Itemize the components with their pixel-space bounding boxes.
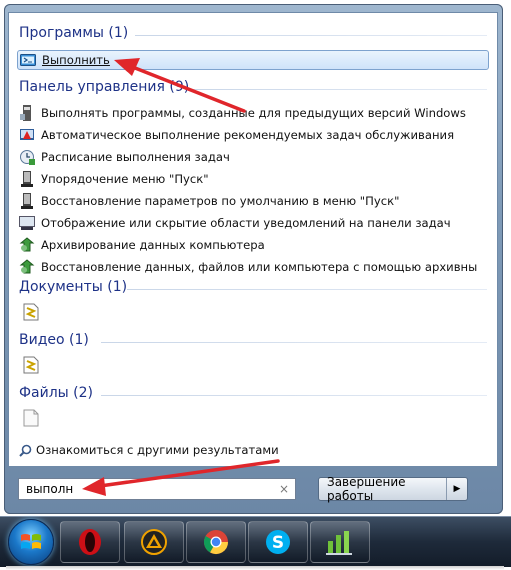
video-file-icon[interactable]: [23, 356, 39, 374]
group-header-documents[interactable]: Документы (1): [19, 279, 127, 295]
see-more-results-link[interactable]: Ознакомиться с другими результатами: [19, 443, 279, 457]
document-file-icon[interactable]: [23, 303, 39, 321]
compat-icon: [19, 105, 35, 121]
group-divider: [135, 35, 487, 36]
result-task-scheduler[interactable]: Расписание выполнения задач: [19, 147, 477, 167]
result-notification-area[interactable]: Отображение или скрытие области уведомле…: [19, 213, 477, 233]
result-label: Упорядочение меню "Пуск": [41, 172, 209, 186]
svg-text:S: S: [272, 533, 284, 553]
taskbar: S: [0, 516, 511, 567]
group-header-programs[interactable]: Программы (1): [19, 25, 128, 41]
result-compatibility[interactable]: Выполнять программы, созданные для преды…: [19, 103, 477, 123]
result-label: Восстановление параметров по умолчанию в…: [41, 194, 400, 208]
shutdown-label: Завершение работы: [327, 475, 406, 503]
traffic-monitor-icon: [326, 531, 352, 555]
aimp-icon: [141, 529, 167, 555]
result-label: Выполнить: [42, 53, 110, 67]
result-label: Расписание выполнения задач: [41, 150, 230, 164]
result-start-menu-defaults[interactable]: Восстановление параметров по умолчанию в…: [19, 191, 477, 211]
taskbar-traffic-monitor[interactable]: [310, 521, 370, 563]
skype-icon: S: [266, 530, 290, 554]
group-divider: [185, 89, 487, 90]
result-maintenance[interactable]: Автоматическое выполнение рекомендуемых …: [19, 125, 477, 145]
group-header-video[interactable]: Видео (1): [19, 332, 89, 348]
window-shadow: [6, 566, 504, 570]
search-input-value: выполн: [26, 482, 74, 496]
backup-icon: [19, 259, 35, 275]
group-header-control-panel[interactable]: Панель управления (9): [19, 79, 189, 95]
result-label: Выполнять программы, созданные для преды…: [41, 106, 466, 120]
clear-search-icon[interactable]: ×: [279, 482, 289, 496]
group-divider: [127, 289, 487, 290]
shutdown-options-arrow-icon[interactable]: ▶: [446, 478, 467, 500]
taskbar-icon: [19, 193, 35, 209]
scheduler-icon: [19, 149, 35, 165]
result-label: Автоматическое выполнение рекомендуемых …: [41, 128, 455, 142]
taskbar-skype[interactable]: S: [248, 521, 308, 563]
result-run[interactable]: Выполнить: [17, 50, 489, 70]
windows-logo-icon: [21, 534, 41, 549]
result-label: Восстановление данных, файлов или компью…: [41, 260, 477, 274]
action-center-icon: [19, 127, 35, 143]
notification-icon: [19, 215, 35, 231]
result-backup[interactable]: Архивирование данных компьютера: [19, 235, 477, 255]
backup-icon: [19, 237, 35, 253]
result-label: Отображение или скрытие области уведомле…: [41, 216, 451, 230]
search-icon: [19, 444, 32, 457]
taskbar-aimp[interactable]: [124, 521, 184, 563]
result-restore[interactable]: Восстановление данных, файлов или компью…: [19, 257, 477, 277]
group-divider: [101, 395, 487, 396]
search-input[interactable]: выполн ×: [18, 478, 296, 500]
taskbar-chrome[interactable]: [186, 521, 246, 563]
blank-file-icon[interactable]: [23, 409, 39, 427]
group-divider: [101, 342, 487, 343]
search-results-pane: Программы (1) Выполнить Панель управлени…: [8, 12, 498, 467]
result-start-menu-order[interactable]: Упорядочение меню "Пуск": [19, 169, 477, 189]
start-button[interactable]: [8, 519, 54, 565]
see-more-results-label: Ознакомиться с другими результатами: [36, 443, 279, 457]
run-icon: [20, 52, 36, 68]
result-label: Архивирование данных компьютера: [41, 238, 265, 252]
group-header-files[interactable]: Файлы (2): [19, 385, 93, 401]
opera-icon: [79, 529, 101, 555]
chrome-icon: [203, 530, 228, 555]
taskbar-icon: [19, 171, 35, 187]
taskbar-opera[interactable]: [60, 521, 120, 563]
shutdown-button[interactable]: Завершение работы ▶: [318, 475, 468, 503]
